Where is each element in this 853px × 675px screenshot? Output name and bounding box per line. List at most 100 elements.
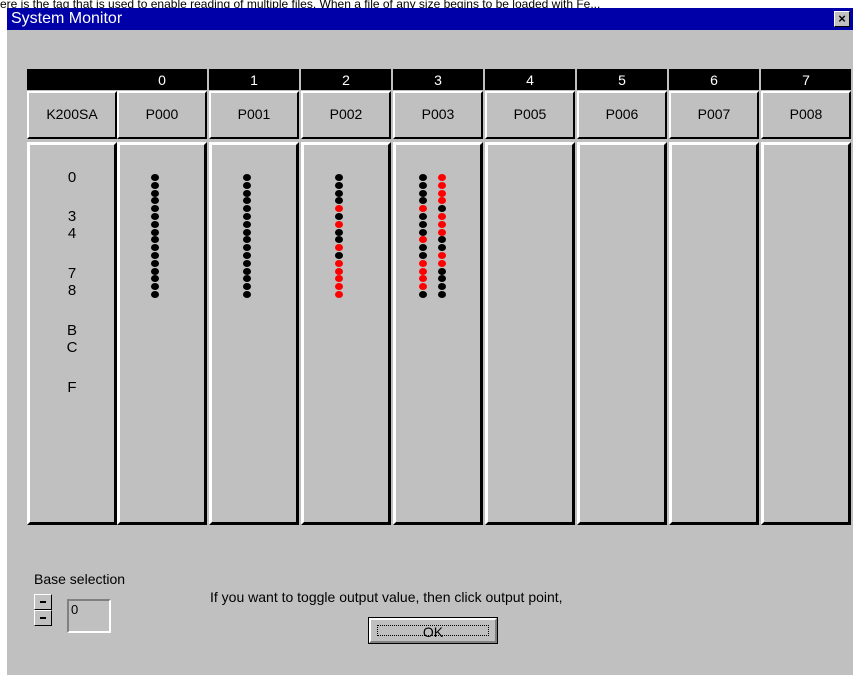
spin-down-icon[interactable]	[34, 610, 52, 626]
io-point-led[interactable]	[419, 275, 427, 282]
io-point-led[interactable]	[243, 291, 251, 298]
io-point-led[interactable]	[335, 252, 343, 259]
io-point-led[interactable]	[419, 260, 427, 267]
io-point-led[interactable]	[243, 190, 251, 197]
io-point-led[interactable]	[151, 291, 159, 298]
base-selection-label: Base selection	[34, 571, 126, 587]
io-point-led[interactable]	[335, 260, 343, 267]
io-point-led[interactable]	[438, 260, 446, 267]
toggle-hint-text: If you want to toggle output value, then…	[210, 589, 563, 605]
io-point-led[interactable]	[243, 174, 251, 181]
io-point-led[interactable]	[438, 174, 446, 181]
io-point-led[interactable]	[151, 197, 159, 204]
io-point-led[interactable]	[335, 291, 343, 298]
io-point-led[interactable]	[151, 182, 159, 189]
bit-row-label: 4	[67, 225, 77, 242]
io-point-led[interactable]	[243, 236, 251, 243]
io-point-led[interactable]	[335, 205, 343, 212]
io-slot-panel[interactable]	[209, 142, 299, 525]
io-point-led[interactable]	[243, 244, 251, 251]
io-point-led[interactable]	[419, 244, 427, 251]
io-point-led[interactable]	[335, 268, 343, 275]
io-point-led[interactable]	[243, 205, 251, 212]
io-point-led[interactable]	[151, 174, 159, 181]
base-selection-field[interactable]: 0	[67, 599, 111, 633]
slot-name: P007	[669, 91, 759, 139]
io-point-led[interactable]	[419, 190, 427, 197]
io-slot-panel[interactable]	[301, 142, 391, 525]
io-slot-panel[interactable]	[117, 142, 207, 525]
io-slot-panel[interactable]	[761, 142, 851, 525]
io-point-led[interactable]	[151, 260, 159, 267]
io-point-led[interactable]	[243, 268, 251, 275]
io-point-led[interactable]	[419, 197, 427, 204]
io-point-led[interactable]	[419, 291, 427, 298]
io-point-led[interactable]	[151, 275, 159, 282]
io-slot-panel[interactable]	[485, 142, 575, 525]
title-bar[interactable]: System Monitor ×	[7, 8, 853, 30]
io-point-led[interactable]	[243, 275, 251, 282]
io-point-led[interactable]	[438, 229, 446, 236]
io-point-led[interactable]	[151, 221, 159, 228]
io-point-led[interactable]	[419, 268, 427, 275]
base-spinner[interactable]	[34, 592, 53, 628]
io-point-led[interactable]	[243, 252, 251, 259]
io-point-led[interactable]	[438, 244, 446, 251]
io-point-led[interactable]	[438, 252, 446, 259]
io-point-led[interactable]	[438, 205, 446, 212]
close-icon[interactable]: ×	[834, 11, 850, 27]
io-point-led[interactable]	[335, 182, 343, 189]
io-point-led[interactable]	[419, 213, 427, 220]
io-point-led[interactable]	[438, 275, 446, 282]
io-point-led[interactable]	[335, 213, 343, 220]
io-point-led[interactable]	[151, 213, 159, 220]
io-point-led[interactable]	[151, 229, 159, 236]
io-point-led[interactable]	[243, 260, 251, 267]
io-point-led[interactable]	[438, 221, 446, 228]
io-point-led[interactable]	[438, 291, 446, 298]
io-point-led[interactable]	[335, 221, 343, 228]
ok-button[interactable]: OK	[368, 617, 498, 644]
io-point-led[interactable]	[151, 283, 159, 290]
io-point-led[interactable]	[151, 190, 159, 197]
io-point-led[interactable]	[438, 268, 446, 275]
io-point-led[interactable]	[419, 221, 427, 228]
io-point-led[interactable]	[151, 236, 159, 243]
io-point-led[interactable]	[151, 268, 159, 275]
io-point-led[interactable]	[438, 283, 446, 290]
io-point-led[interactable]	[438, 236, 446, 243]
io-point-led[interactable]	[151, 205, 159, 212]
io-point-led[interactable]	[335, 283, 343, 290]
io-point-led[interactable]	[438, 182, 446, 189]
io-point-led[interactable]	[335, 197, 343, 204]
io-point-led[interactable]	[151, 244, 159, 251]
io-point-led[interactable]	[335, 190, 343, 197]
io-point-led[interactable]	[335, 244, 343, 251]
io-point-led[interactable]	[419, 205, 427, 212]
io-point-led[interactable]	[243, 197, 251, 204]
spin-up-icon[interactable]	[34, 594, 52, 610]
slot-number: 1	[209, 69, 299, 90]
io-point-led[interactable]	[335, 174, 343, 181]
io-point-led[interactable]	[243, 229, 251, 236]
io-point-led[interactable]	[419, 174, 427, 181]
io-slot-panel[interactable]	[577, 142, 667, 525]
io-point-led[interactable]	[419, 283, 427, 290]
io-point-led[interactable]	[419, 252, 427, 259]
io-point-led[interactable]	[419, 182, 427, 189]
io-point-led[interactable]	[438, 190, 446, 197]
io-point-led[interactable]	[243, 283, 251, 290]
io-point-led[interactable]	[243, 182, 251, 189]
io-point-led[interactable]	[335, 275, 343, 282]
io-point-led[interactable]	[438, 197, 446, 204]
io-point-led[interactable]	[243, 221, 251, 228]
io-point-led[interactable]	[335, 229, 343, 236]
io-slot-panel[interactable]	[669, 142, 759, 525]
io-slot-panel[interactable]	[393, 142, 483, 525]
io-point-led[interactable]	[243, 213, 251, 220]
io-point-led[interactable]	[335, 236, 343, 243]
io-point-led[interactable]	[438, 213, 446, 220]
io-point-led[interactable]	[419, 229, 427, 236]
io-point-led[interactable]	[419, 236, 427, 243]
io-point-led[interactable]	[151, 252, 159, 259]
